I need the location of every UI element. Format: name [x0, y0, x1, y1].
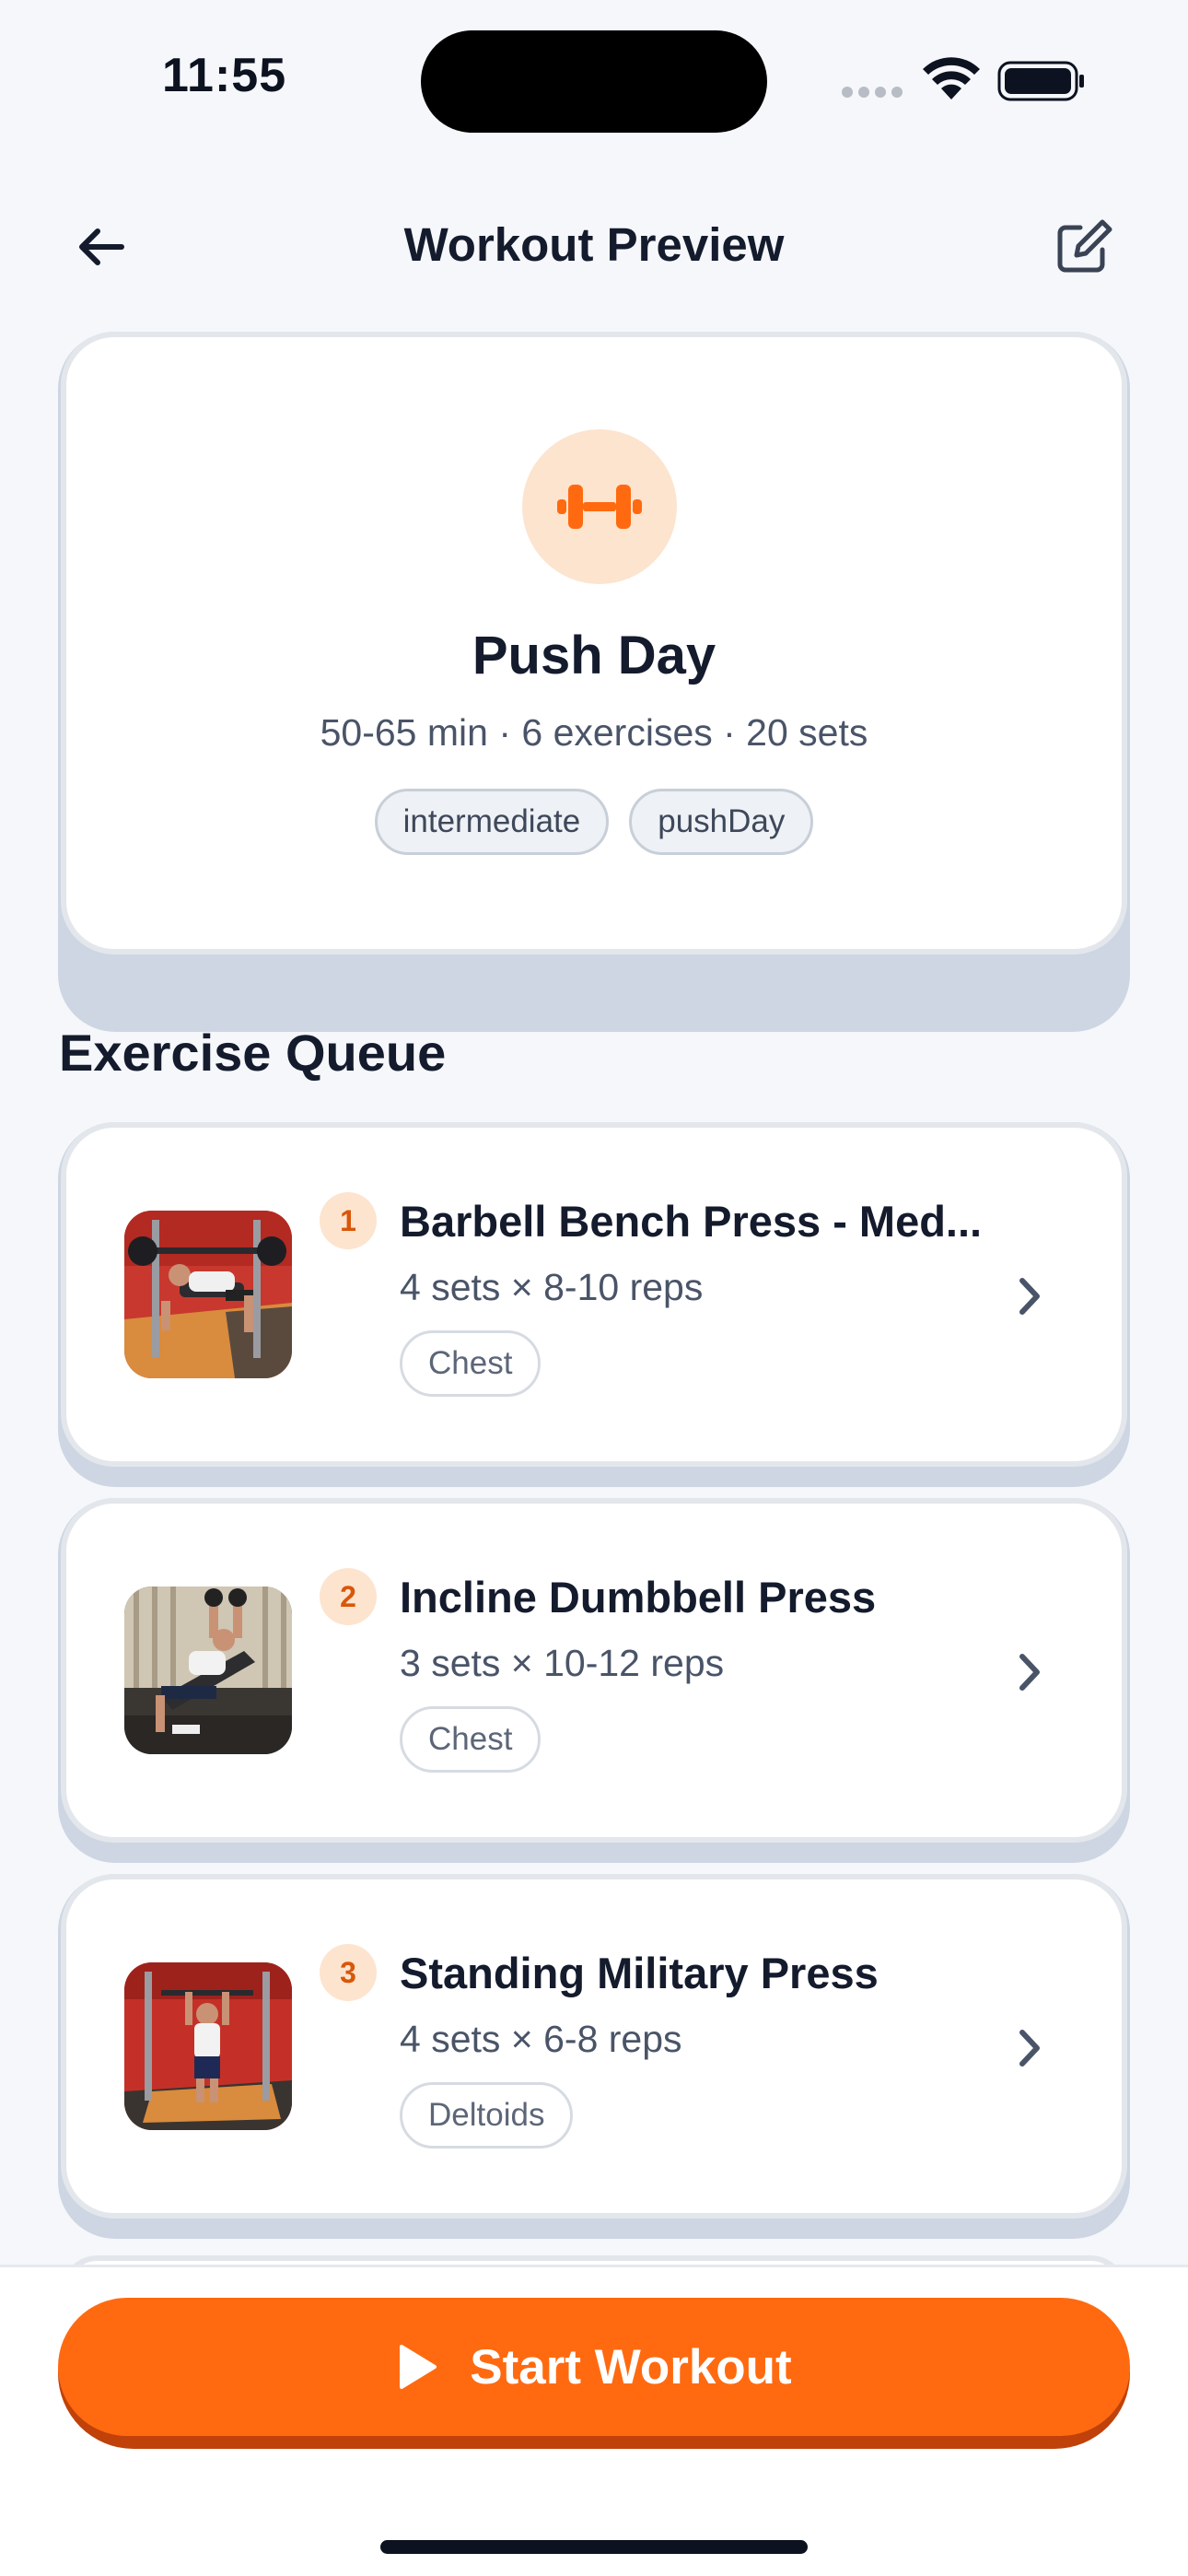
workout-icon-badge — [522, 429, 677, 584]
start-workout-label: Start Workout — [470, 2339, 792, 2395]
workout-preview-screen: 11:55 Workout Preview Push Day 50-65 min… — [0, 0, 1188, 2576]
battery-icon — [997, 61, 1084, 101]
exercise-detail: 4 sets × 6-8 reps — [400, 2018, 682, 2060]
exercise-item[interactable]: 1 Barbell Bench Press - Med... 4 sets × … — [58, 1122, 1130, 1487]
edit-button[interactable] — [1046, 210, 1120, 284]
dynamic-island — [421, 30, 767, 133]
exercise-name: Barbell Bench Press - Med... — [400, 1197, 983, 1246]
cellular-signal-icon — [842, 87, 903, 98]
page-title: Workout Preview — [403, 218, 785, 271]
exercise-detail: 3 sets × 10-12 reps — [400, 1642, 725, 1684]
chevron-right-icon — [1019, 1278, 1040, 1315]
exercise-name: Incline Dumbbell Press — [400, 1573, 877, 1622]
workout-name: Push Day — [472, 626, 716, 685]
muscle-badge: Chest — [400, 1330, 542, 1397]
tag-category: pushDay — [629, 789, 814, 855]
home-indicator[interactable] — [380, 2540, 808, 2554]
exercise-card[interactable]: 3 Standing Military Press 4 sets × 6-8 r… — [61, 1874, 1127, 2219]
exercise-queue-heading: Exercise Queue — [59, 1024, 447, 1082]
exercise-number: 2 — [320, 1568, 377, 1625]
edit-icon — [1057, 219, 1112, 273]
exercise-thumbnail — [124, 1211, 292, 1378]
workout-summary-card: Push Day 50-65 min · 6 exercises · 20 se… — [61, 332, 1127, 954]
exercise-detail: 4 sets × 8-10 reps — [400, 1266, 704, 1308]
chevron-right-icon — [1019, 1654, 1040, 1691]
exercise-item[interactable]: 2 Incline Dumbbell Press 3 sets × 10-12 … — [58, 1498, 1130, 1863]
workout-tags: intermediate pushDay — [66, 789, 1122, 855]
muscle-badge: Chest — [400, 1706, 542, 1773]
exercise-thumbnail — [124, 1962, 292, 2130]
dumbbell-icon — [557, 485, 642, 529]
wifi-icon — [923, 57, 980, 100]
tag-level: intermediate — [374, 789, 610, 855]
play-icon — [400, 2345, 437, 2389]
exercise-number: 1 — [320, 1192, 377, 1249]
chevron-right-icon — [1019, 2030, 1040, 2067]
exercise-name: Standing Military Press — [400, 1949, 879, 1997]
exercise-thumbnail — [124, 1587, 292, 1754]
status-time: 11:55 — [162, 49, 287, 102]
exercise-item[interactable]: 3 Standing Military Press 4 sets × 6-8 r… — [58, 1874, 1130, 2239]
exercise-number: 3 — [320, 1944, 377, 2001]
muscle-badge: Deltoids — [400, 2082, 574, 2149]
exercise-card[interactable]: 1 Barbell Bench Press - Med... 4 sets × … — [61, 1122, 1127, 1467]
exercise-card[interactable]: 2 Incline Dumbbell Press 3 sets × 10-12 … — [61, 1498, 1127, 1843]
workout-meta: 50-65 min · 6 exercises · 20 sets — [320, 711, 868, 754]
start-workout-button[interactable]: Start Workout — [58, 2298, 1130, 2436]
